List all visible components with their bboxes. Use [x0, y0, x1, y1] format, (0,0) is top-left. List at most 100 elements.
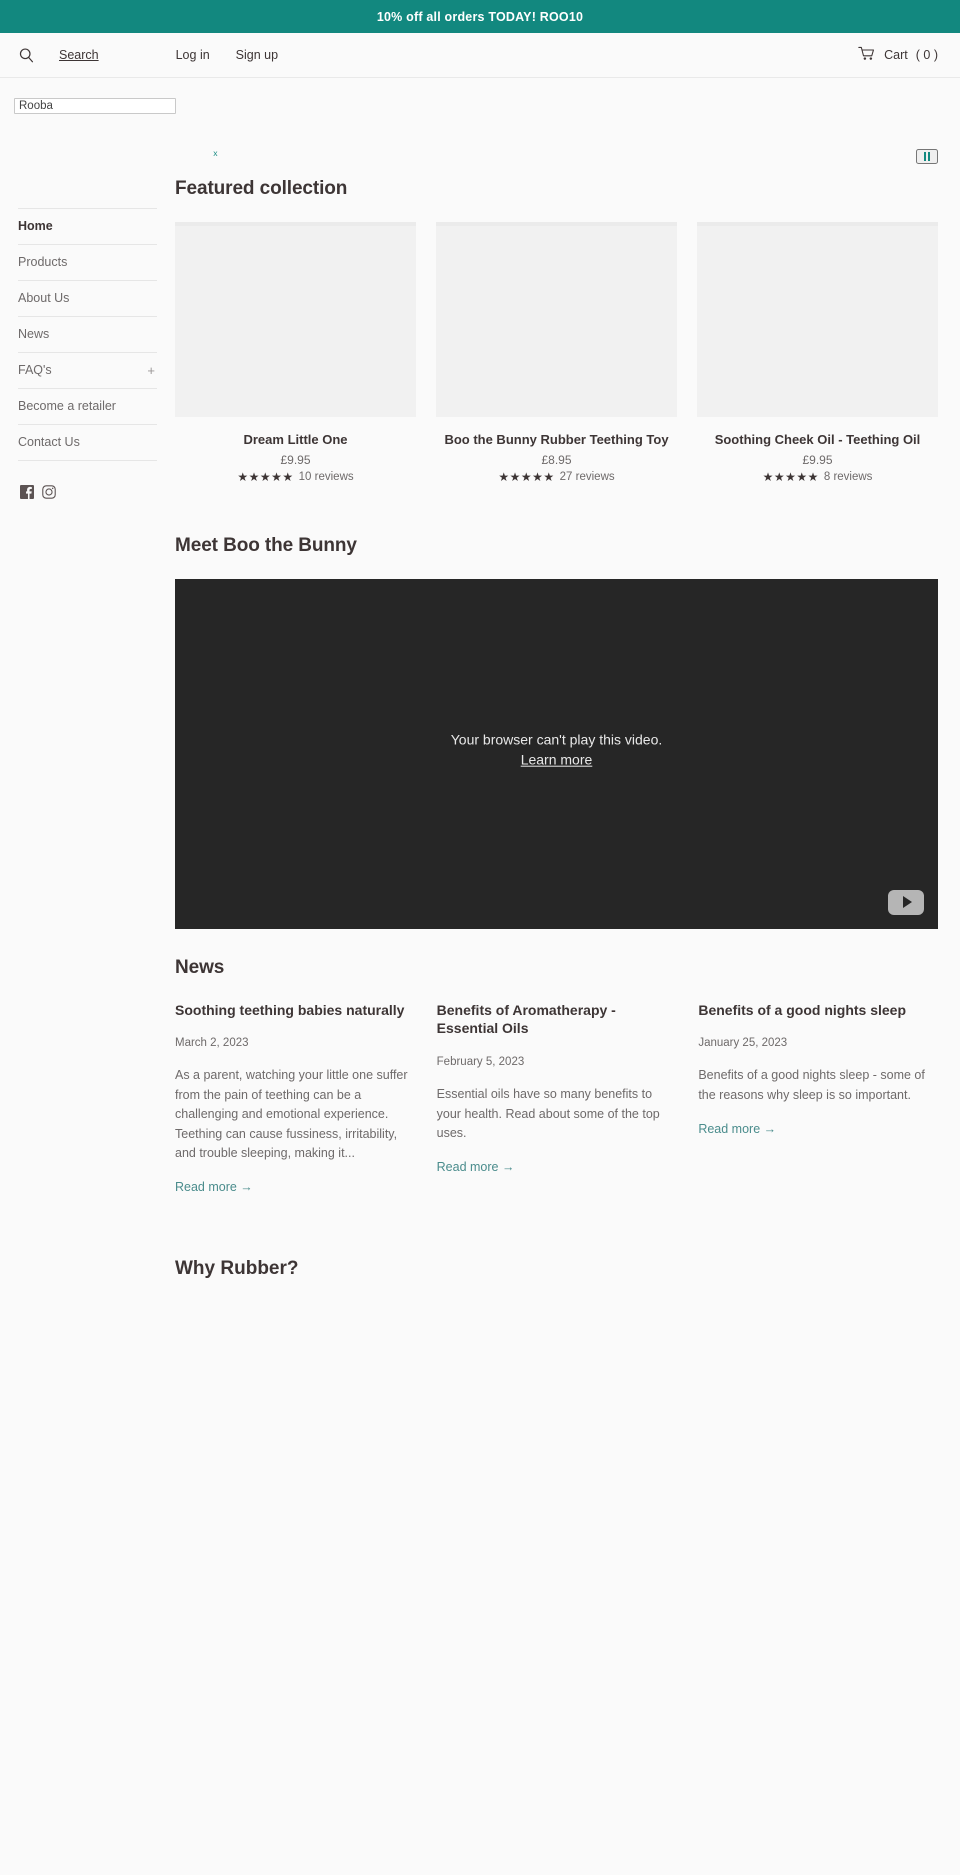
announcement-bar: 10% off all orders TODAY! ROO10 [0, 0, 960, 33]
video-error-text: Your browser can't play this video. [450, 731, 663, 748]
news-article-excerpt: As a parent, watching your little one su… [175, 1068, 408, 1160]
sidebar-item-label: About Us [18, 291, 70, 305]
featured-collection-section: Featured collection Dream Little One £9.… [175, 178, 938, 483]
search-input[interactable] [14, 98, 176, 114]
news-section: News Soothing teething babies naturally … [175, 957, 938, 1197]
sidebar-item-label: Products [18, 255, 68, 269]
cart-label: Cart [884, 48, 908, 62]
news-article-date: February 5, 2023 [436, 1056, 525, 1069]
news-section-title: News [175, 956, 225, 978]
sidebar-link-faqs[interactable]: FAQ's + [18, 353, 157, 388]
slideshow-controls: x [175, 138, 960, 178]
facebook-icon[interactable] [20, 485, 34, 499]
news-article: Soothing teething babies naturally March… [175, 1001, 415, 1197]
product-title: Boo the Bunny Rubber Teething Toy [444, 432, 669, 447]
sidebar-link-home[interactable]: Home [18, 209, 157, 244]
rating-stars: ★★★★★ [237, 469, 294, 484]
read-more-link[interactable]: Read more → [698, 1122, 776, 1136]
sidebar-item-about-us: About Us [18, 281, 157, 317]
review-count: 8 reviews [823, 470, 873, 483]
product-title: Soothing Cheek Oil - Teething Oil [714, 432, 921, 447]
news-grid: Soothing teething babies naturally March… [175, 1001, 938, 1197]
news-article-title[interactable]: Benefits of a good nights sleep [698, 1001, 938, 1020]
sidebar-item-contact-us: Contact Us [18, 425, 157, 461]
sidebar-nav: Home Products About Us News FAQ's + Beco… [18, 208, 157, 461]
product-price: £8.95 [541, 452, 572, 467]
play-icon[interactable] [888, 889, 924, 915]
product-image[interactable] [697, 222, 938, 417]
news-article-date: January 25, 2023 [698, 1037, 788, 1050]
product-image[interactable] [175, 222, 416, 417]
news-article-excerpt: Essential oils have so many benefits to … [436, 1087, 660, 1141]
sidebar-link-about-us[interactable]: About Us [18, 281, 157, 316]
slideshow-dot-indicator[interactable]: x [213, 150, 218, 159]
review-count: 10 reviews [298, 470, 354, 483]
featured-collection-title: Featured collection [175, 178, 348, 199]
video-section: Meet Boo the Bunny Your browser can't pl… [175, 535, 938, 929]
sidebar-item-news: News [18, 317, 157, 353]
product-rating: ★★★★★ 10 reviews [175, 471, 416, 483]
instagram-icon[interactable] [42, 485, 56, 499]
product-grid: Dream Little One £9.95 ★★★★★ 10 reviews … [175, 222, 938, 483]
sidebar-item-label: Become a retailer [18, 399, 116, 413]
sidebar-link-news[interactable]: News [18, 317, 157, 352]
news-article-excerpt: Benefits of a good nights sleep - some o… [698, 1068, 925, 1102]
why-rubber-title: Why Rubber? [175, 1258, 299, 1280]
pause-icon[interactable] [916, 149, 938, 164]
news-article: Benefits of Aromatherapy - Essential Oil… [437, 1001, 677, 1177]
sidebar-item-label: Contact Us [18, 435, 80, 449]
product-card[interactable]: Boo the Bunny Rubber Teething Toy £8.95 … [436, 222, 677, 483]
login-link[interactable]: Log in [176, 48, 210, 62]
page-layout: Home Products About Us News FAQ's + Beco… [0, 138, 960, 1400]
sidebar-item-label: FAQ's [18, 363, 52, 377]
product-card[interactable]: Soothing Cheek Oil - Teething Oil £9.95 … [697, 222, 938, 483]
announcement-text: 10% off all orders TODAY! ROO10 [376, 9, 584, 24]
product-rating: ★★★★★ 8 reviews [697, 471, 938, 483]
cart-group[interactable]: Cart ( 0 ) [858, 46, 938, 64]
learn-more-link[interactable]: Learn more [521, 752, 593, 768]
why-rubber-section: Why Rubber? [175, 1258, 938, 1400]
read-more-link[interactable]: Read more → [175, 1180, 253, 1194]
product-card[interactable]: Dream Little One £9.95 ★★★★★ 10 reviews [175, 222, 416, 483]
news-article-date: March 2, 2023 [175, 1037, 249, 1050]
cart-icon [858, 46, 876, 64]
sidebar-item-home: Home [18, 209, 157, 245]
news-article-title[interactable]: Soothing teething babies naturally [175, 1001, 415, 1020]
header-left-group: Search [18, 47, 99, 64]
expand-plus-icon[interactable]: + [147, 364, 155, 377]
search-link[interactable]: Search [59, 48, 99, 62]
site-header: Search Log in Sign up Cart ( 0 ) [0, 33, 960, 78]
sidebar-item-become-a-retailer: Become a retailer [18, 389, 157, 425]
search-icon[interactable] [18, 47, 35, 64]
read-more-link[interactable]: Read more → [437, 1160, 515, 1174]
sidebar-link-contact-us[interactable]: Contact Us [18, 425, 157, 460]
cart-count: ( 0 ) [915, 48, 938, 62]
social-links [18, 461, 175, 499]
product-title: Dream Little One [243, 432, 348, 447]
main-content: x Featured collection Dream Little One £… [175, 138, 960, 1400]
account-links: Log in Sign up [176, 48, 278, 62]
news-article: Benefits of a good nights sleep January … [698, 1001, 938, 1139]
video-section-title: Meet Boo the Bunny [175, 534, 357, 556]
product-image[interactable] [436, 222, 677, 417]
search-row [0, 78, 960, 138]
content-container: Featured collection Dream Little One £9.… [175, 178, 960, 1400]
sidebar-item-label: Home [18, 219, 53, 233]
news-article-title[interactable]: Benefits of Aromatherapy - Essential Oil… [437, 1001, 677, 1039]
sidebar-item-products: Products [18, 245, 157, 281]
video-player[interactable]: Your browser can't play this video. Lear… [175, 578, 938, 929]
pause-bar-right [928, 152, 930, 161]
review-count: 27 reviews [559, 470, 615, 483]
product-price: £9.95 [802, 452, 833, 467]
sidebar: Home Products About Us News FAQ's + Beco… [0, 138, 175, 499]
sidebar-link-products[interactable]: Products [18, 245, 157, 280]
rating-stars: ★★★★★ [762, 469, 819, 484]
sidebar-item-faqs: FAQ's + [18, 353, 157, 389]
pause-bar-left [924, 152, 926, 161]
sidebar-link-become-a-retailer[interactable]: Become a retailer [18, 389, 157, 424]
product-price: £9.95 [280, 452, 311, 467]
rating-stars: ★★★★★ [498, 469, 555, 484]
sidebar-item-label: News [18, 327, 50, 341]
product-rating: ★★★★★ 27 reviews [436, 471, 677, 483]
signup-link[interactable]: Sign up [236, 48, 278, 62]
